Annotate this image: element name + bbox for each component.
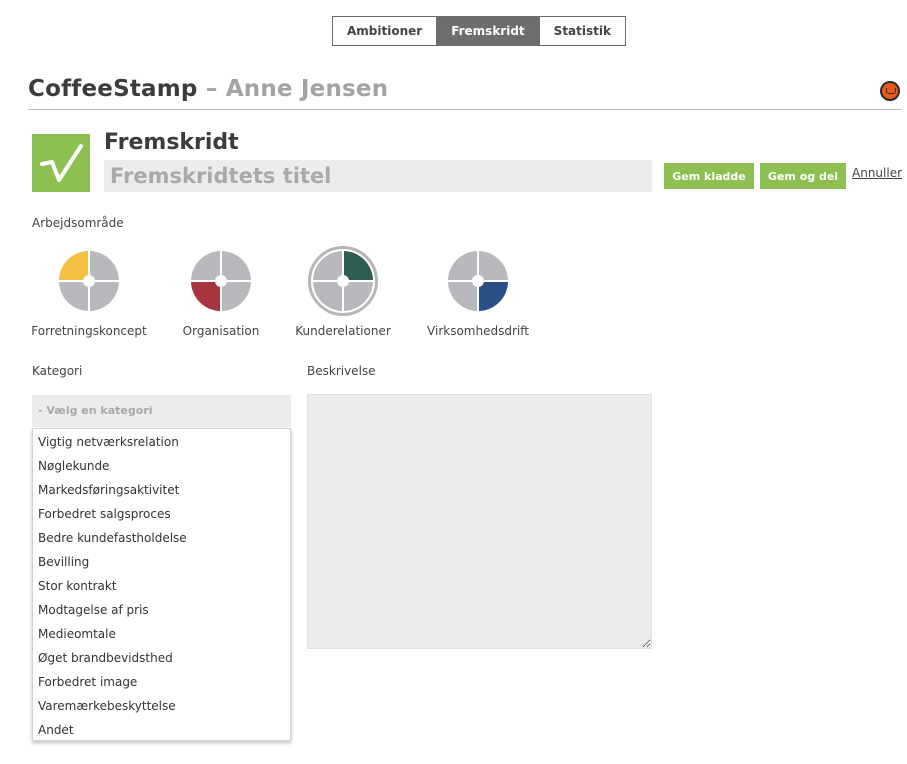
coffee-cup-icon[interactable] (880, 81, 900, 101)
save-and-share-button[interactable]: Gem og del (760, 163, 846, 189)
business-concept-quadrant-icon (59, 251, 119, 311)
work-area-organisation[interactable]: Organisation (151, 246, 291, 346)
category-option[interactable]: Markedsføringsaktivitet (33, 478, 290, 502)
category-option[interactable]: Vigtig netværksrelation (33, 430, 290, 454)
work-area-virksomhedsdrift[interactable]: Virksomhedsdrift (408, 246, 548, 346)
operations-quadrant-icon (448, 251, 508, 311)
category-option[interactable]: Forbedret salgsproces (33, 502, 290, 526)
category-option[interactable]: Varemærkebeskyttelse (33, 694, 290, 718)
tab-statistik[interactable]: Statistik (538, 17, 625, 45)
brand-name: CoffeeStamp (28, 76, 198, 102)
category-label: Kategori (32, 364, 83, 378)
title-input[interactable] (104, 160, 652, 192)
quadrant-circle (443, 246, 513, 316)
category-option[interactable]: Bevilling (33, 550, 290, 574)
category-option[interactable]: Bedre kundefastholdelse (33, 526, 290, 550)
work-area-name: Kunderelationer (295, 324, 391, 338)
category-option[interactable]: Nøglekunde (33, 454, 290, 478)
quadrant-circle (308, 246, 378, 316)
category-select[interactable]: - Vælg en kategori (32, 395, 291, 427)
category-option[interactable]: Modtagelse af pris (33, 598, 290, 622)
organisation-quadrant-icon (191, 251, 251, 311)
user-name: Anne Jensen (225, 76, 389, 102)
app-title: CoffeeStamp – Anne Jensen (28, 76, 388, 102)
tab-ambitioner[interactable]: Ambitioner (333, 17, 437, 45)
description-textarea[interactable] (307, 394, 652, 649)
work-area-name: Forretningskoncept (31, 324, 147, 338)
cancel-link[interactable]: Annuller (852, 166, 902, 180)
category-option[interactable]: Øget brandbevidsthed (33, 646, 290, 670)
category-option[interactable]: Stor kontrakt (33, 574, 290, 598)
tab-fremskridt[interactable]: Fremskridt (436, 17, 539, 45)
category-option[interactable]: Forbedret image (33, 670, 290, 694)
work-area-name: Organisation (182, 324, 260, 338)
category-dropdown-list: Vigtig netværksrelation Nøglekunde Marke… (32, 428, 291, 741)
customer-relations-quadrant-icon (313, 251, 373, 311)
save-draft-button[interactable]: Gem kladde (664, 163, 754, 189)
work-area-forretningskoncept[interactable]: Forretningskoncept (19, 246, 159, 346)
page-header: CoffeeStamp – Anne Jensen (28, 76, 902, 110)
checkmark-icon (32, 134, 90, 192)
quadrant-circle (186, 246, 256, 316)
section-title: Fremskridt (104, 130, 239, 155)
category-option[interactable]: Medieomtale (33, 622, 290, 646)
category-option[interactable]: Andet (33, 718, 290, 742)
work-area-name: Virksomhedsdrift (427, 324, 529, 338)
description-label: Beskrivelse (307, 364, 376, 378)
title-separator: – (205, 76, 218, 102)
work-area-kunderelationer[interactable]: Kunderelationer (273, 246, 413, 346)
work-area-label: Arbejdsområde (32, 216, 124, 230)
quadrant-circle (54, 246, 124, 316)
top-tab-bar: Ambitioner Fremskridt Statistik (332, 16, 626, 46)
